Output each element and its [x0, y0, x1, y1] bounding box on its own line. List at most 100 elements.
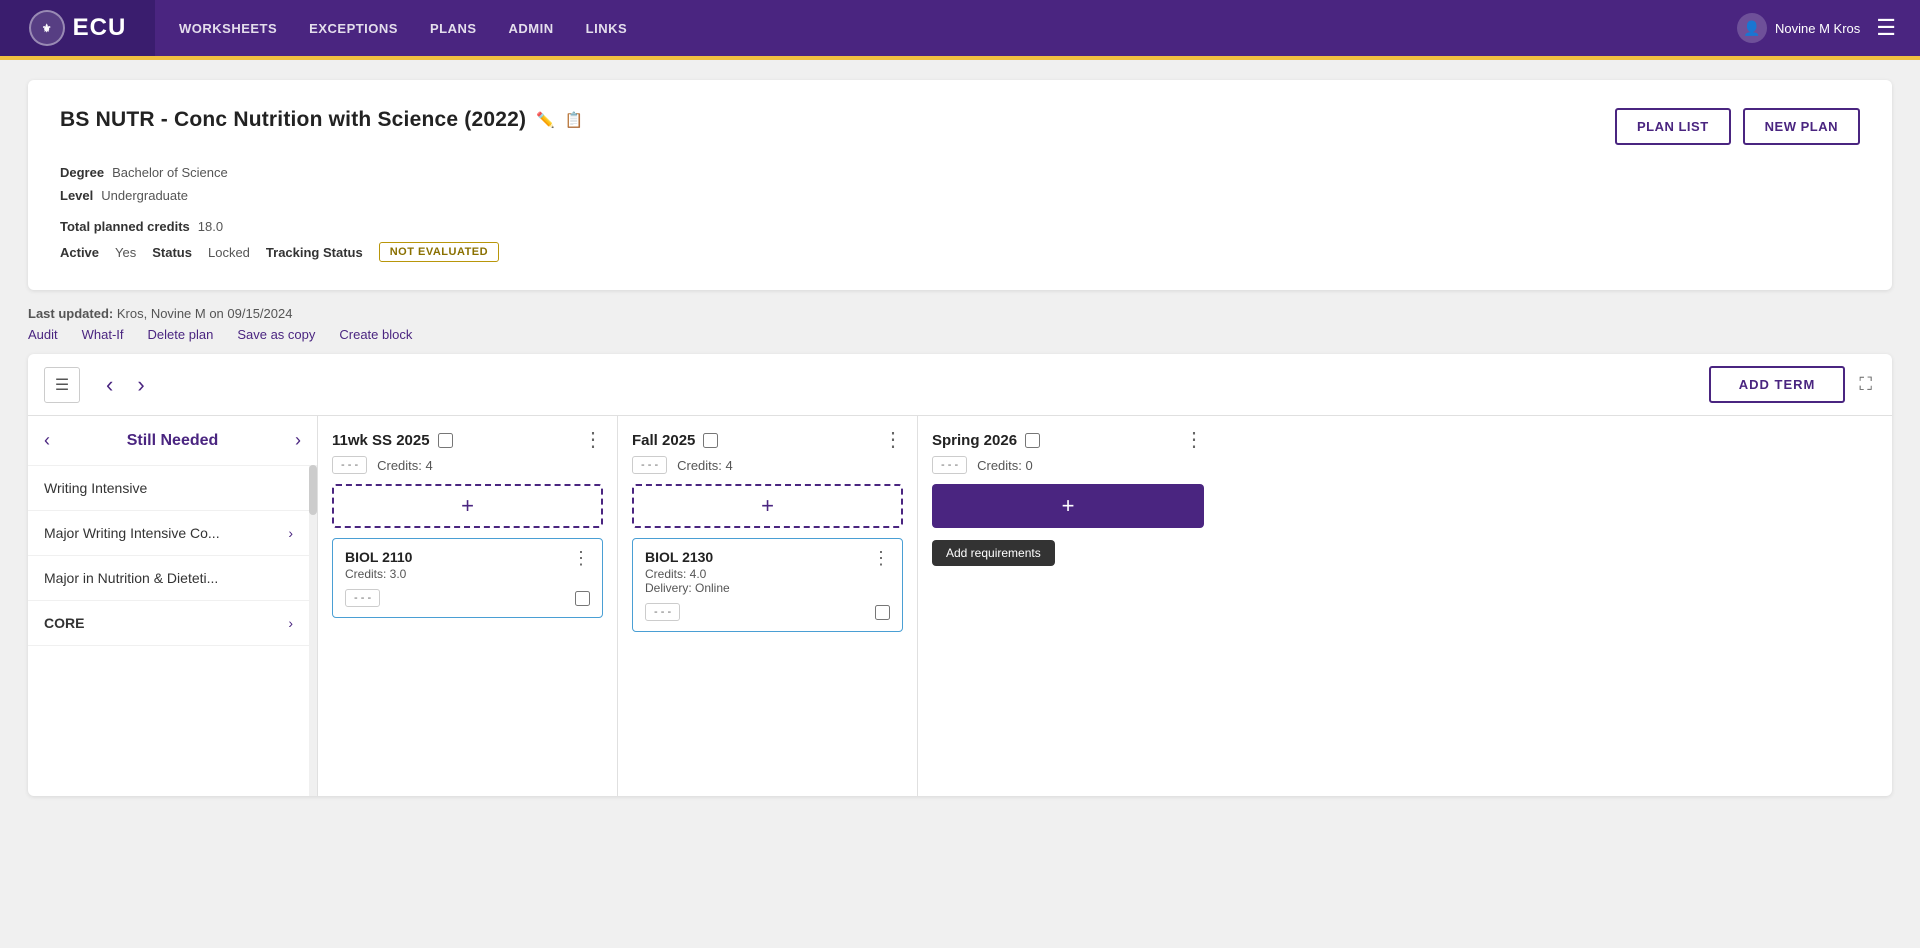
- course-card-biol2110: BIOL 2110 Credits: 3.0 ⋮ - - -: [332, 538, 603, 618]
- course-card-biol2130: BIOL 2130 Credits: 4.0 Delivery: Online …: [632, 538, 903, 632]
- course-menu-biol2110[interactable]: ⋮: [572, 549, 590, 567]
- sidebar-items-list: Writing Intensive Major Writing Intensiv…: [28, 465, 309, 796]
- level-row: Level Undergraduate: [60, 188, 1860, 203]
- sidebar-hamburger-btn[interactable]: ☰: [44, 367, 80, 403]
- course-card-footer-biol2130: - - -: [645, 603, 890, 621]
- course-check-biol2110[interactable]: [575, 591, 590, 606]
- user-area[interactable]: 👤 Novine M Kros: [1737, 13, 1860, 43]
- level-label: Level: [60, 188, 93, 203]
- action-links-row: Audit What-If Delete plan Save as copy C…: [28, 327, 1892, 342]
- active-label: Active: [60, 245, 99, 260]
- add-course-btn-11wk[interactable]: +: [332, 484, 603, 528]
- course-delivery-biol2130: Delivery: Online: [645, 581, 730, 595]
- new-plan-button[interactable]: NEW PLAN: [1743, 108, 1860, 145]
- add-term-button[interactable]: ADD TERM: [1709, 366, 1846, 403]
- sidebar-item-major-writing[interactable]: Major Writing Intensive Co... ›: [28, 511, 309, 556]
- fullscreen-btn[interactable]: ⛶: [1855, 370, 1876, 399]
- term-title-11wk: 11wk SS 2025: [332, 432, 430, 449]
- sidebar-item-major-nutrition-label: Major in Nutrition & Dieteti...: [44, 570, 218, 586]
- nav-exceptions[interactable]: EXCEPTIONS: [309, 21, 398, 36]
- term-11wk-ss-2025: 11wk SS 2025 ⋮ - - - Credits: 4 +: [318, 416, 618, 796]
- course-card-footer-biol2110: - - -: [345, 589, 590, 607]
- term-title-spring2026: Spring 2026: [932, 432, 1017, 449]
- sidebar-next-btn[interactable]: ›: [295, 430, 301, 451]
- status-row: Active Yes Status Locked Tracking Status…: [60, 242, 1860, 262]
- term-title-row-fall2025: Fall 2025: [632, 432, 718, 449]
- term-checkbox-11wk[interactable]: [438, 433, 453, 448]
- audit-link[interactable]: Audit: [28, 327, 70, 342]
- sidebar-item-core[interactable]: CORE ›: [28, 601, 309, 646]
- plan-list-button[interactable]: PLAN LIST: [1615, 108, 1731, 145]
- tracking-label: Tracking Status: [266, 245, 363, 260]
- plan-stats: Total planned credits 18.0 Active Yes St…: [60, 219, 1860, 262]
- course-menu-biol2130[interactable]: ⋮: [872, 549, 890, 567]
- term-menu-11wk[interactable]: ⋮: [583, 430, 603, 450]
- next-term-btn[interactable]: ›: [127, 368, 154, 402]
- hamburger-menu-btn[interactable]: ☰: [1872, 11, 1900, 45]
- what-if-link[interactable]: What-If: [70, 327, 136, 342]
- nav-plans[interactable]: PLANS: [430, 21, 477, 36]
- workspace-toolbar: ☰ ‹ › ADD TERM ⛶: [28, 354, 1892, 416]
- sidebar-prev-btn[interactable]: ‹: [44, 430, 50, 451]
- term-checkbox-fall2025[interactable]: [703, 433, 718, 448]
- term-gpa-fall2025: - - -: [632, 456, 667, 474]
- status-value: Locked: [208, 245, 250, 260]
- term-checkbox-spring2026[interactable]: [1025, 433, 1040, 448]
- status-label: Status: [152, 245, 192, 260]
- tracking-status-badge: NOT EVALUATED: [379, 242, 499, 262]
- term-credits-11wk: Credits: 4: [377, 458, 433, 473]
- last-updated-label: Last updated:: [28, 306, 113, 321]
- course-card-header-biol2130: BIOL 2130 Credits: 4.0 Delivery: Online …: [645, 549, 890, 595]
- create-block-link[interactable]: Create block: [327, 327, 424, 342]
- term-header-spring2026: Spring 2026 ⋮: [932, 430, 1204, 450]
- main-content: BS NUTR - Conc Nutrition with Science (2…: [0, 60, 1920, 948]
- sidebar-scrollbar-thumb: [309, 465, 317, 515]
- degree-label: Degree: [60, 165, 104, 180]
- degree-row: Degree Bachelor of Science: [60, 165, 1860, 180]
- sidebar-scroll-area: Writing Intensive Major Writing Intensiv…: [28, 465, 317, 796]
- sidebar-scrollbar[interactable]: [309, 465, 317, 796]
- term-nav-arrows: ‹ ›: [80, 368, 1709, 402]
- term-meta-fall2025: - - - Credits: 4: [632, 456, 903, 474]
- top-navigation: ⚜ ECU WORKSHEETS EXCEPTIONS PLANS ADMIN …: [0, 0, 1920, 56]
- term-gpa-11wk: - - -: [332, 456, 367, 474]
- degree-value: Bachelor of Science: [112, 165, 228, 180]
- term-menu-fall2025[interactable]: ⋮: [883, 430, 903, 450]
- add-requirements-tooltip: Add requirements: [932, 540, 1055, 566]
- term-meta-spring2026: - - - Credits: 0: [932, 456, 1204, 474]
- workspace-body: ‹ Still Needed › Writing Intensive Major…: [28, 416, 1892, 796]
- copy-icon[interactable]: 📋: [565, 111, 584, 129]
- workspace-right-actions: ADD TERM ⛶: [1709, 366, 1876, 403]
- nav-worksheets[interactable]: WORKSHEETS: [179, 21, 277, 36]
- sidebar-item-major-writing-label: Major Writing Intensive Co...: [44, 525, 220, 541]
- nav-links-item[interactable]: LINKS: [586, 21, 628, 36]
- nav-links: WORKSHEETS EXCEPTIONS PLANS ADMIN LINKS: [155, 21, 1737, 36]
- term-credits-fall2025: Credits: 4: [677, 458, 733, 473]
- course-credits-biol2110: Credits: 3.0: [345, 567, 412, 581]
- workspace-card: ☰ ‹ › ADD TERM ⛶ ‹ Still Needed ›: [28, 354, 1892, 796]
- nav-admin[interactable]: ADMIN: [509, 21, 554, 36]
- sidebar-item-core-label: CORE: [44, 615, 84, 631]
- prev-term-btn[interactable]: ‹: [96, 368, 123, 402]
- total-credits-label: Total planned credits: [60, 219, 190, 234]
- last-updated-value: Kros, Novine M on 09/15/2024: [117, 306, 293, 321]
- plan-header-card: BS NUTR - Conc Nutrition with Science (2…: [28, 80, 1892, 290]
- plan-actions: PLAN LIST NEW PLAN: [1615, 108, 1860, 145]
- term-header-fall2025: Fall 2025 ⋮: [632, 430, 903, 450]
- term-menu-spring2026[interactable]: ⋮: [1184, 430, 1204, 450]
- save-copy-link[interactable]: Save as copy: [225, 327, 327, 342]
- credits-row: Total planned credits 18.0: [60, 219, 1860, 234]
- term-fall-2025: Fall 2025 ⋮ - - - Credits: 4 +: [618, 416, 918, 796]
- course-card-header-biol2110: BIOL 2110 Credits: 3.0 ⋮: [345, 549, 590, 581]
- sidebar-item-major-nutrition: Major in Nutrition & Dieteti...: [28, 556, 309, 601]
- term-meta-11wk: - - - Credits: 4: [332, 456, 603, 474]
- term-header-11wk: 11wk SS 2025 ⋮: [332, 430, 603, 450]
- add-course-btn-fall2025[interactable]: +: [632, 484, 903, 528]
- ecu-shield-icon: ⚜: [29, 10, 65, 46]
- add-course-btn-spring2026[interactable]: +: [932, 484, 1204, 528]
- delete-plan-link[interactable]: Delete plan: [136, 327, 226, 342]
- nav-right: 👤 Novine M Kros ☰: [1737, 11, 1920, 45]
- level-value: Undergraduate: [101, 188, 188, 203]
- course-check-biol2130[interactable]: [875, 605, 890, 620]
- edit-pencil-icon[interactable]: ✏️: [536, 111, 555, 129]
